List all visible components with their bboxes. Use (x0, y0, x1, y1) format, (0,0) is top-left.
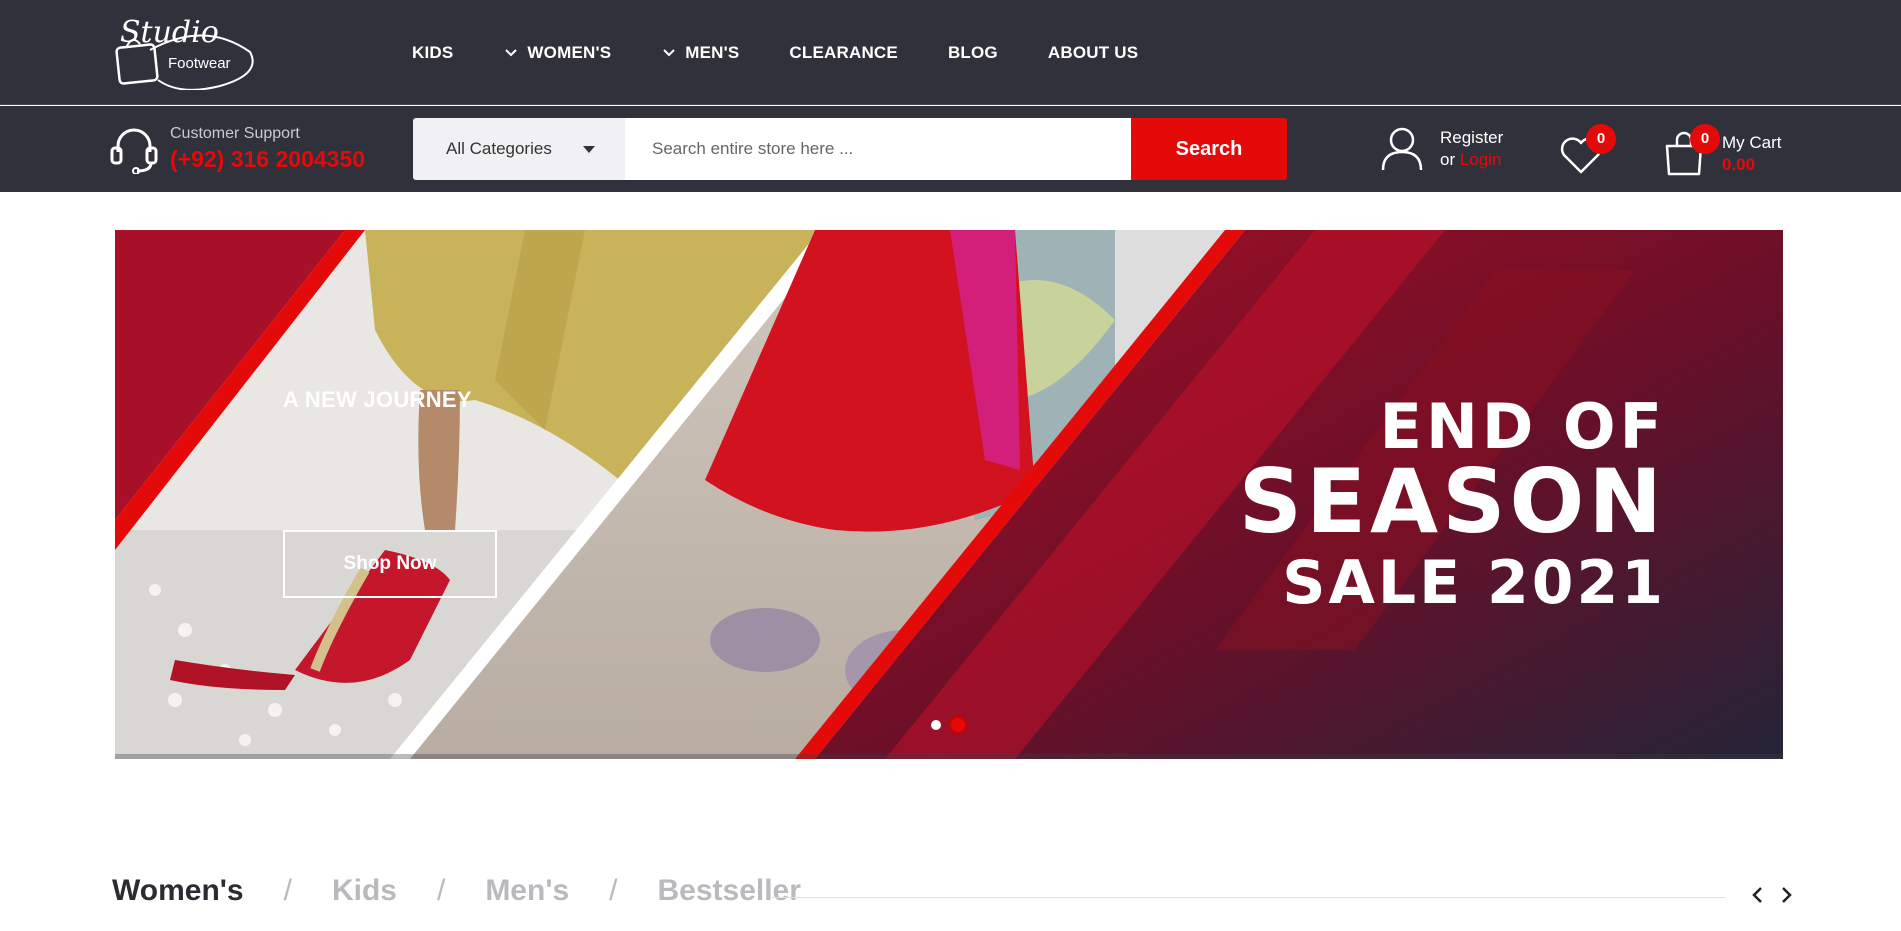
nav-item-womens[interactable]: WOMEN'S (503, 43, 611, 63)
category-select-value: All Categories (446, 139, 552, 158)
nav-item-label: MEN'S (685, 42, 740, 62)
tab-separator: / (436, 874, 446, 907)
slider-pagination (931, 716, 967, 734)
register-link[interactable]: Register (1440, 127, 1503, 149)
product-category-tabs: Women's / Kids / Men's / Bestseller (112, 874, 801, 908)
cart-icon-wrap: 0 (1662, 124, 1720, 176)
customer-support: Customer Support (+92) 316 2004350 (110, 124, 365, 174)
top-header: Studio Footwear KIDS WOMEN'S MEN'S CLEAR… (0, 0, 1901, 105)
main-navigation: KIDS WOMEN'S MEN'S CLEARANCE BLOG ABOUT … (412, 0, 1138, 105)
cart-count-badge: 0 (1690, 124, 1720, 154)
support-label: Customer Support (170, 125, 300, 142)
user-icon[interactable] (1380, 126, 1424, 172)
nav-item-blog[interactable]: BLOG (948, 43, 998, 63)
cart-total: 0.00 (1722, 155, 1756, 174)
carousel-arrows (1748, 884, 1796, 906)
nav-item-kids[interactable]: KIDS (412, 43, 453, 63)
search-bar-row: Customer Support (+92) 316 2004350 All C… (0, 106, 1901, 192)
nav-item-mens[interactable]: MEN'S (661, 43, 739, 63)
nav-item-label: KIDS (412, 42, 454, 62)
logo-word-text: Footwear (168, 55, 231, 72)
logo-script-text: Studio (120, 15, 219, 50)
banner-kicker: A NEW JOURNEY (283, 387, 472, 412)
tab-womens[interactable]: Women's (112, 874, 244, 908)
wishlist-count-badge: 0 (1586, 124, 1616, 154)
cart-button[interactable]: 0 My Cart 0.00 (1662, 124, 1782, 176)
slider-dot-2[interactable] (949, 716, 967, 734)
search-button[interactable]: Search (1131, 118, 1287, 180)
nav-item-about-us[interactable]: ABOUT US (1048, 43, 1138, 63)
wishlist-button[interactable]: 0 (1558, 124, 1616, 176)
tabs-divider-line (772, 897, 1726, 898)
chevron-down-icon (663, 48, 675, 56)
slider-dot-1[interactable] (931, 720, 941, 730)
cart-label: My Cart (1722, 133, 1782, 152)
tab-kids[interactable]: Kids (332, 874, 397, 908)
nav-item-label: BLOG (947, 42, 998, 62)
tab-separator: / (609, 874, 618, 907)
or-text: or (1440, 150, 1460, 169)
hero-banner: A NEW JOURNEY Shop Now END OF SEASON SAL… (115, 230, 1783, 759)
chevron-left-icon[interactable] (1748, 884, 1768, 906)
banner-headline-line3: SALE 2021 (1282, 548, 1666, 618)
nav-item-label: CLEARANCE (789, 42, 898, 62)
tab-bestseller[interactable]: Bestseller (657, 874, 800, 908)
banner-headline-line2: SEASON (1238, 450, 1666, 553)
account-links: Register or Login (1380, 126, 1503, 172)
site-logo[interactable]: Studio Footwear (110, 10, 260, 91)
login-link[interactable]: Login (1460, 150, 1502, 169)
chevron-right-icon[interactable] (1776, 884, 1796, 906)
headset-icon (110, 128, 158, 174)
caret-down-icon (583, 146, 595, 153)
shop-now-button[interactable]: Shop Now (283, 530, 497, 598)
logo-graphic: Studio Footwear (115, 15, 254, 91)
support-phone[interactable]: (+92) 316 2004350 (170, 146, 365, 173)
tab-mens[interactable]: Men's (485, 874, 569, 908)
nav-item-label: ABOUT US (1047, 42, 1139, 62)
nav-item-clearance[interactable]: CLEARANCE (789, 43, 898, 63)
search-input[interactable] (625, 118, 1131, 180)
search-form: All Categories Search (413, 118, 1287, 180)
slider-progress-bar (115, 754, 1783, 759)
tab-separator: / (283, 874, 292, 907)
category-select[interactable]: All Categories (413, 118, 625, 180)
nav-item-label: WOMEN'S (527, 42, 612, 62)
chevron-down-icon (505, 48, 518, 56)
